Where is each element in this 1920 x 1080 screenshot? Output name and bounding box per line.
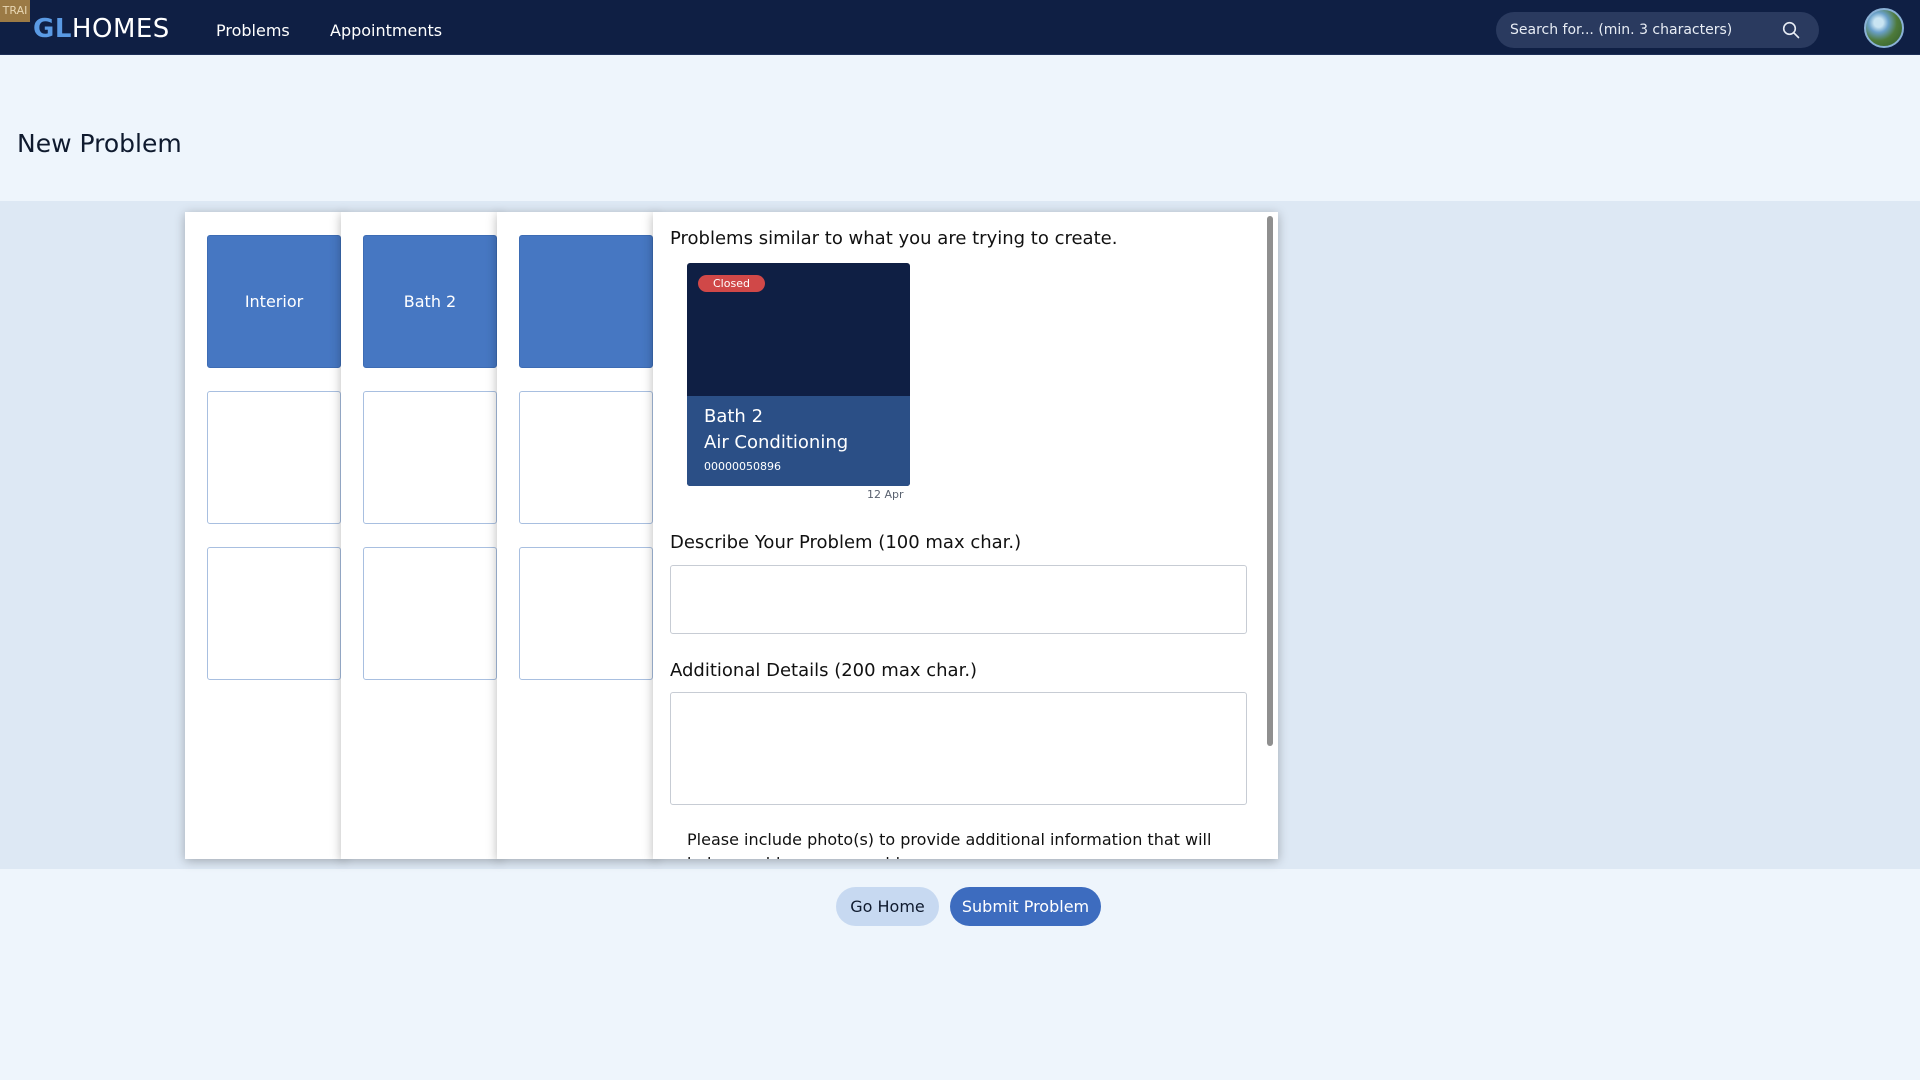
environment-tag: TRAI [0, 0, 30, 22]
column-1-selected-tile[interactable]: Interior [207, 235, 341, 368]
category-column-2: Bath 2 [341, 212, 501, 859]
glhomes-logo[interactable]: GLHOMES [33, 14, 170, 44]
column-2-option-tile[interactable] [363, 391, 497, 524]
nav-problems-link[interactable]: Problems [216, 21, 290, 40]
search-box [1496, 12, 1819, 48]
column-1-option-tile[interactable] [207, 547, 341, 680]
search-icon[interactable] [1782, 21, 1800, 39]
column-2-option-tile[interactable] [363, 547, 497, 680]
similar-problems-heading: Problems similar to what you are trying … [670, 228, 1118, 249]
additional-details-field[interactable] [670, 692, 1247, 805]
nav-appointments-link[interactable]: Appointments [330, 21, 442, 40]
go-home-button[interactable]: Go Home [836, 887, 939, 926]
top-navbar: TRAI GLHOMES Problems Appointments [0, 0, 1920, 55]
column-3-selected-tile[interactable] [519, 235, 653, 368]
submit-problem-button[interactable]: Submit Problem [950, 887, 1101, 926]
logo-suffix: HOMES [71, 14, 170, 44]
describe-problem-label: Describe Your Problem (100 max char.) [670, 532, 1022, 553]
photo-instruction-text: Please include photo(s) to provide addit… [687, 830, 1212, 859]
status-badge: Closed [698, 275, 765, 292]
similar-card-category: Air Conditioning [704, 432, 849, 453]
column-1-option-tile[interactable] [207, 391, 341, 524]
similar-card-id: 00000050896 [704, 460, 781, 473]
column-2-selected-tile[interactable]: Bath 2 [363, 235, 497, 368]
similar-problem-card[interactable]: Closed Bath 2 Air Conditioning 000000508… [687, 263, 910, 486]
additional-details-label: Additional Details (200 max char.) [670, 660, 978, 681]
similar-card-location: Bath 2 [704, 406, 764, 427]
logo-prefix: GL [33, 14, 72, 44]
problem-form-panel: Problems similar to what you are trying … [653, 212, 1278, 859]
column-3-option-tile[interactable] [519, 391, 653, 524]
page-title: New Problem [17, 129, 182, 158]
category-column-3 [497, 212, 657, 859]
describe-problem-field[interactable] [670, 565, 1247, 634]
category-column-1: Interior [185, 212, 345, 859]
user-avatar[interactable] [1864, 8, 1904, 48]
similar-card-date: 12 Apr [867, 488, 904, 501]
form-scrollbar[interactable] [1267, 216, 1273, 746]
similar-card-info: Bath 2 Air Conditioning 00000050896 [687, 396, 910, 486]
column-3-option-tile[interactable] [519, 547, 653, 680]
search-input[interactable] [1510, 12, 1770, 48]
